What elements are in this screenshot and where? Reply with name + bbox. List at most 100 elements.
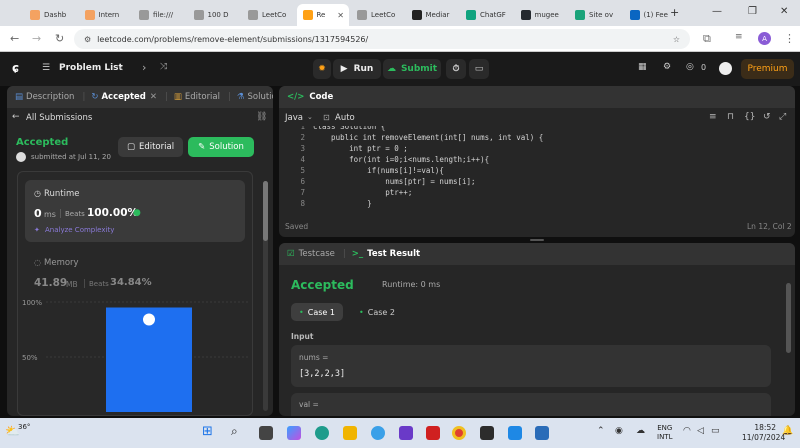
- tray-app-icon[interactable]: ◉: [615, 426, 623, 436]
- memory-beats: 34.84%: [110, 277, 152, 288]
- browser-tab[interactable]: Re ✕: [296, 4, 349, 26]
- task-view-icon[interactable]: [259, 426, 273, 440]
- premium-button[interactable]: Premium: [741, 59, 794, 79]
- prev-problem-icon[interactable]: ‹: [119, 61, 123, 74]
- browser-tab[interactable]: 100 D: [188, 4, 241, 26]
- tray-chevron-icon[interactable]: ⌃: [597, 426, 605, 436]
- maximize-icon[interactable]: ❐: [748, 6, 757, 17]
- run-button[interactable]: ▶ Run: [333, 59, 381, 79]
- reload-icon[interactable]: ↻: [55, 32, 64, 45]
- leetcode-logo[interactable]: ɕ: [12, 61, 19, 75]
- runtime-label: Runtime: [44, 189, 80, 199]
- mcafee-icon[interactable]: [426, 426, 440, 440]
- close-tab-icon[interactable]: ✕: [337, 11, 344, 20]
- tab-testcase[interactable]: Testcase: [299, 249, 335, 259]
- onedrive-icon[interactable]: ☁: [636, 426, 645, 436]
- tab-description[interactable]: Description: [26, 92, 74, 102]
- panel-resize-handle[interactable]: [530, 239, 544, 241]
- left-scrollbar[interactable]: [263, 181, 268, 411]
- browser-tab[interactable]: (1) Fee: [624, 4, 677, 26]
- back-arrow-icon[interactable]: ←: [12, 112, 20, 122]
- code-area[interactable]: 1 class Solution {2 public int removeElem…: [279, 126, 795, 214]
- expand-icon[interactable]: ⤢: [779, 112, 786, 122]
- file-explorer-icon[interactable]: [343, 426, 357, 440]
- tab-test-result[interactable]: Test Result: [367, 249, 420, 259]
- share-link-icon[interactable]: ⛓: [256, 112, 267, 122]
- vscode-icon[interactable]: [508, 426, 522, 440]
- language-indicator[interactable]: ENG INTL: [657, 424, 672, 442]
- format-icon[interactable]: ≡: [709, 112, 717, 122]
- wifi-icon[interactable]: ◠: [683, 426, 691, 436]
- volume-icon[interactable]: ◁: [697, 426, 704, 436]
- clock-date: 11/07/2024: [742, 433, 786, 442]
- runtime-box[interactable]: ◷ Runtime 0 ms | Beats 100.00% ● ✦ Analy…: [25, 180, 245, 242]
- site-info-icon[interactable]: ⚙: [84, 35, 91, 44]
- bookmark-icon[interactable]: ⊓: [727, 112, 734, 122]
- debug-icon[interactable]: ✹: [313, 59, 331, 79]
- language-select[interactable]: Java: [285, 113, 303, 123]
- copilot-icon[interactable]: [287, 426, 301, 440]
- tab-solutions[interactable]: Solutions: [248, 92, 274, 102]
- case-1-tab[interactable]: • Case 1: [291, 303, 343, 321]
- tab-editorial[interactable]: Editorial: [185, 92, 220, 102]
- next-problem-icon[interactable]: ›: [142, 61, 146, 74]
- user-avatar[interactable]: [719, 62, 732, 75]
- back-icon[interactable]: ←: [10, 32, 19, 45]
- close-tab-icon[interactable]: ✕: [150, 92, 157, 102]
- case-2-tab[interactable]: • Case 2: [351, 303, 403, 321]
- analyze-complexity-link[interactable]: Analyze Complexity: [45, 226, 114, 234]
- profile-avatar[interactable]: A: [758, 32, 771, 45]
- coins-icon[interactable]: ◎: [686, 62, 694, 72]
- media-player-icon[interactable]: [399, 426, 413, 440]
- beats-label: Beats: [65, 210, 85, 218]
- browser-tab[interactable]: ChatGF: [460, 4, 513, 26]
- browser-tab-label: LeetCo: [262, 11, 287, 19]
- new-tab-button[interactable]: +: [670, 6, 679, 19]
- browser-tab[interactable]: mugee: [515, 4, 568, 26]
- settings-icon[interactable]: ⚙: [663, 62, 671, 72]
- notes-icon[interactable]: ▭: [469, 59, 489, 79]
- clock[interactable]: 18:52 11/07/2024: [742, 423, 785, 443]
- layout-grid-icon[interactable]: ▦: [638, 62, 647, 72]
- result-scrollbar[interactable]: [786, 283, 791, 353]
- notification-icon[interactable]: 🔔: [782, 426, 793, 436]
- left-scrollbar-thumb[interactable]: [263, 181, 268, 241]
- browser-tab[interactable]: LeetCo: [351, 4, 404, 26]
- browser-tab[interactable]: Mediar: [406, 4, 459, 26]
- tab-accepted[interactable]: Accepted: [101, 92, 145, 102]
- timer-icon[interactable]: ⏱: [446, 59, 466, 79]
- chrome-icon[interactable]: [452, 426, 466, 440]
- auto-mode[interactable]: Auto: [335, 113, 355, 123]
- browser-tab[interactable]: Dashb: [24, 4, 77, 26]
- browser-tab[interactable]: Intern: [79, 4, 132, 26]
- cursor-position: Ln 12, Col 2: [747, 222, 792, 231]
- chrome-dev-icon[interactable]: [371, 426, 385, 440]
- reset-icon[interactable]: ↺: [763, 112, 771, 122]
- tab-favicon-icon: [248, 10, 258, 20]
- browser-tab[interactable]: file:///: [133, 4, 186, 26]
- editorial-button[interactable]: ▢ Editorial: [118, 137, 183, 157]
- battery-icon[interactable]: ▭: [711, 426, 720, 436]
- braces-icon[interactable]: {}: [744, 112, 755, 122]
- extensions-icon[interactable]: ⧉: [703, 32, 711, 46]
- snipping-tool-icon[interactable]: [535, 426, 549, 440]
- terminal-app-icon[interactable]: [480, 426, 494, 440]
- problem-list-link[interactable]: Problem List: [59, 63, 123, 73]
- search-icon[interactable]: ⌕: [231, 424, 238, 439]
- close-window-icon[interactable]: ✕: [780, 6, 788, 17]
- start-icon[interactable]: ⊞: [202, 424, 213, 439]
- browser-tab[interactable]: Site ov: [569, 4, 622, 26]
- url-input[interactable]: ⚙ leetcode.com/problems/remove-element/s…: [74, 29, 690, 49]
- submit-button[interactable]: ☁ Submit: [383, 59, 441, 79]
- solution-button[interactable]: ✎ Solution: [188, 137, 254, 157]
- tab-search-icon[interactable]: ≡: [735, 32, 743, 42]
- minimize-icon[interactable]: —: [712, 6, 722, 17]
- browser-menu-icon[interactable]: ⋮: [784, 32, 795, 45]
- chevron-down-icon[interactable]: ⌄: [307, 113, 313, 121]
- bookmark-star-icon[interactable]: ☆: [673, 35, 680, 44]
- forward-icon[interactable]: →: [32, 32, 41, 45]
- edge-icon[interactable]: [315, 426, 329, 440]
- shuffle-icon[interactable]: ⤨: [160, 62, 167, 72]
- all-submissions-link[interactable]: All Submissions: [26, 113, 92, 123]
- browser-tab[interactable]: LeetCo: [242, 4, 295, 26]
